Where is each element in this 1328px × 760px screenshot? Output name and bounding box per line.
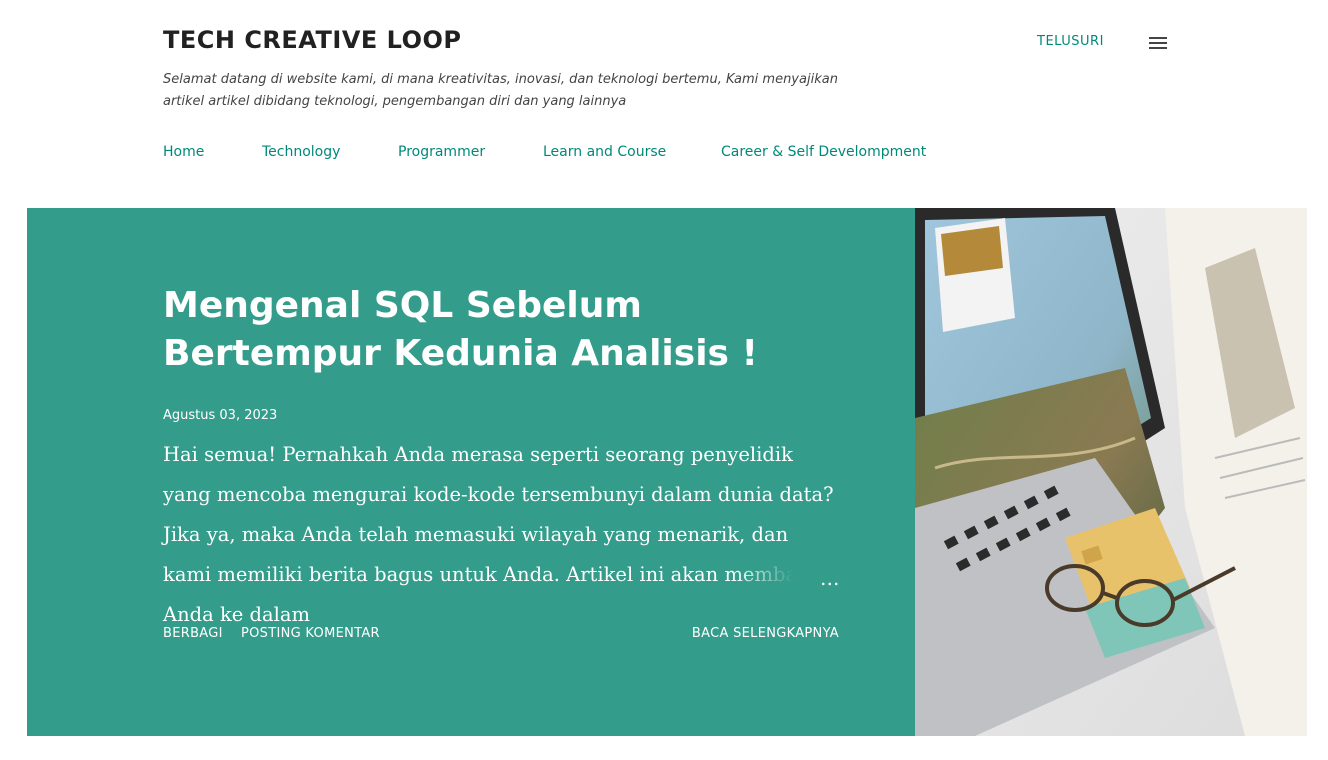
nav-item-technology[interactable]: Technology [262,141,398,163]
menu-icon [1149,37,1167,49]
post-image[interactable] [915,208,1307,736]
post-date[interactable]: Agustus 03, 2023 [163,408,277,423]
laptop-photo [915,208,1307,736]
post-comment-button[interactable]: POSTING KOMENTAR [241,626,380,641]
featured-post-card: Mengenal SQL Sebelum Bertempur Kedunia A… [27,208,1307,736]
site-title[interactable]: TECH CREATIVE LOOP [163,26,461,54]
page: TECH CREATIVE LOOP Selamat datang di web… [0,0,1328,760]
read-more-button[interactable]: BACA SELENGKAPNYA [692,626,839,641]
snippet-ellipsis[interactable]: … [820,562,840,596]
post-snippet: Hai semua! Pernahkah Anda merasa seperti… [163,443,834,626]
nav-item-home[interactable]: Home [163,141,262,163]
search-button[interactable]: TELUSURI [1037,34,1104,49]
post-title[interactable]: Mengenal SQL Sebelum Bertempur Kedunia A… [163,282,843,378]
menu-button[interactable] [1148,33,1168,53]
nav-item-programmer[interactable]: Programmer [398,141,543,163]
post-actions: BERBAGI POSTING KOMENTAR BACA SELENGKAPN… [163,626,839,646]
nav-item-career-self-development[interactable]: Career & Self Develompment [721,141,926,163]
nav-item-learn-and-course[interactable]: Learn and Course [543,141,721,163]
main-nav: Home Technology Programmer Learn and Cou… [163,141,926,163]
site-description: Selamat datang di website kami, di mana … [163,72,838,109]
share-button[interactable]: BERBAGI [163,626,223,641]
